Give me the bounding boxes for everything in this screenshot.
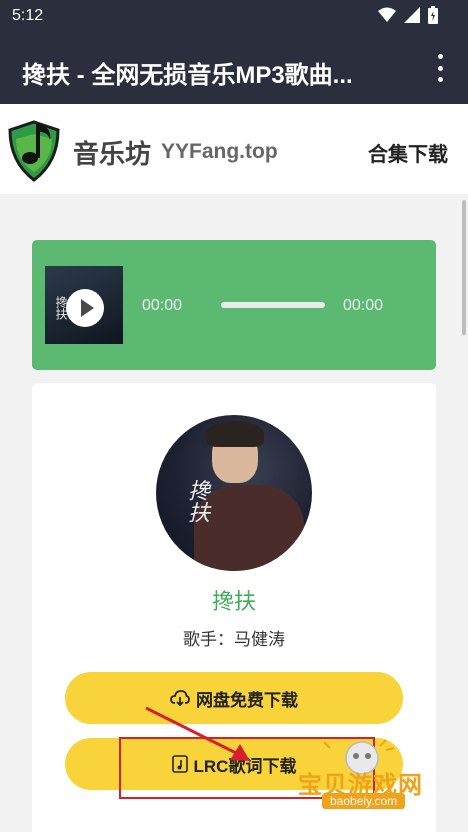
site-domain[interactable]: YYFang.top	[161, 140, 278, 164]
app-bar-title: 搀扶 - 全网无损音乐MP3歌曲...	[22, 62, 353, 89]
song-title: 搀扶	[211, 589, 256, 614]
scrollbar[interactable]	[462, 200, 466, 335]
status-icons	[378, 6, 438, 24]
cover-title: 搀扶	[184, 479, 209, 523]
progress-bar[interactable]	[221, 302, 325, 308]
site-name[interactable]: 音乐坊	[73, 134, 151, 171]
signal-icon	[404, 7, 420, 23]
music-note-shield-logo[interactable]	[6, 114, 62, 184]
collection-download-link[interactable]: 合集下载	[368, 138, 448, 167]
app-bar: 搀扶 - 全网无损音乐MP3歌曲...	[0, 32, 468, 104]
battery-icon	[428, 6, 438, 24]
duration: 00:00	[343, 297, 384, 314]
watermark-url: baobeiy.com	[322, 793, 406, 809]
album-cover: 搀扶	[156, 415, 312, 571]
wifi-icon	[378, 7, 396, 22]
play-button[interactable]	[66, 289, 104, 327]
current-time: 00:00	[142, 297, 183, 314]
cloud-download-button[interactable]: 网盘免费下载	[65, 672, 403, 724]
cloud-download-icon	[170, 690, 190, 706]
cloud-download-label: 网盘免费下载	[196, 690, 298, 710]
status-bar: 5:12	[0, 0, 468, 32]
more-vert-icon[interactable]	[434, 54, 446, 82]
status-time: 5:12	[12, 7, 44, 24]
cover-figure-hair	[206, 421, 264, 447]
artist-label: 歌手：马健涛	[183, 630, 285, 649]
